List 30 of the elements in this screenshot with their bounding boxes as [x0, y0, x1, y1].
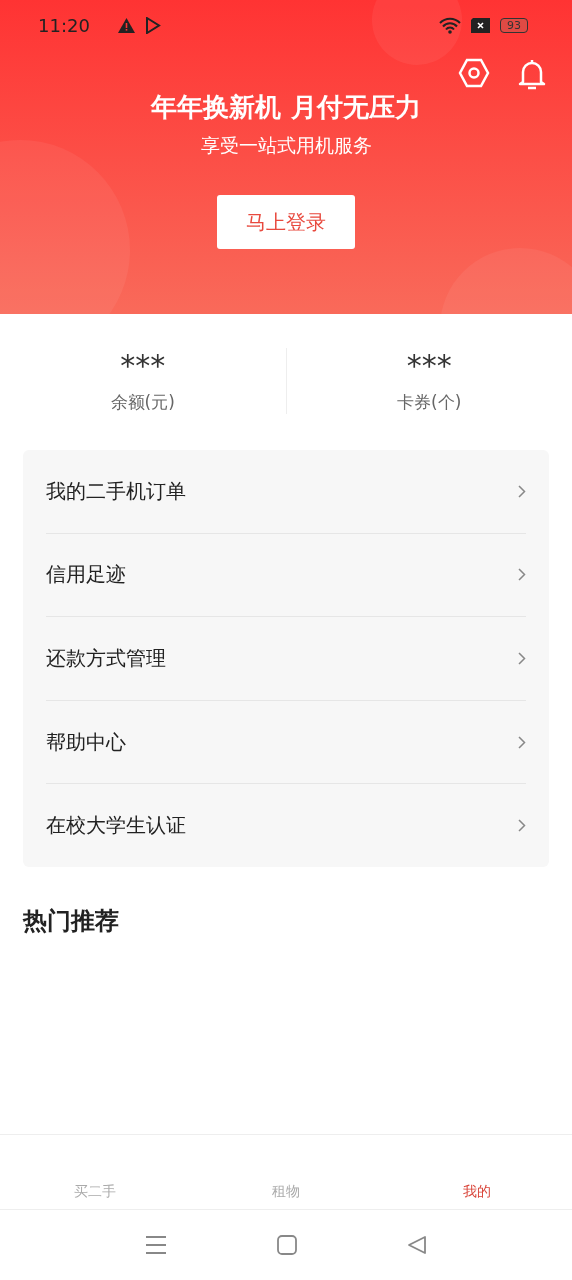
menu-item[interactable]: 在校大学生认证: [46, 812, 186, 840]
status-time: 11:20: [38, 14, 90, 36]
back-icon[interactable]: [407, 1235, 427, 1255]
sim-icon: [471, 17, 490, 33]
chevron-icon: [518, 819, 526, 833]
stat-label: 卡券(个): [397, 391, 462, 414]
chevron-icon: [518, 568, 526, 582]
menu-icon[interactable]: [145, 1235, 167, 1255]
section-title: 热门推荐: [23, 905, 120, 937]
menu-item[interactable]: 帮助中心: [46, 728, 126, 756]
wifi-icon: [439, 16, 461, 34]
login-button[interactable]: 马上登录: [217, 195, 355, 249]
battery-icon: 93: [500, 17, 528, 33]
warning-icon: [117, 17, 135, 33]
bell-icon[interactable]: [518, 58, 546, 90]
chevron-icon: [518, 652, 526, 665]
stat-value: ***: [120, 348, 166, 383]
banner-title: 年年换新机 月付无压力: [149, 91, 422, 124]
menu-item[interactable]: 我的二手机订单: [46, 477, 186, 505]
tab[interactable]: 我的: [381, 1182, 572, 1209]
chevron-icon: [518, 484, 526, 498]
menu-item[interactable]: 信用足迹: [46, 561, 126, 589]
home-icon[interactable]: [277, 1235, 297, 1255]
stat-label: 余额(元): [110, 391, 175, 414]
menu-item[interactable]: 还款方式管理: [46, 645, 166, 672]
play-icon: [144, 16, 161, 34]
banner-subtitle: 享受一站式用机服务: [199, 133, 373, 158]
settings-icon[interactable]: [458, 58, 490, 88]
chevron-icon: [518, 735, 526, 749]
stat-value: ***: [406, 348, 452, 383]
